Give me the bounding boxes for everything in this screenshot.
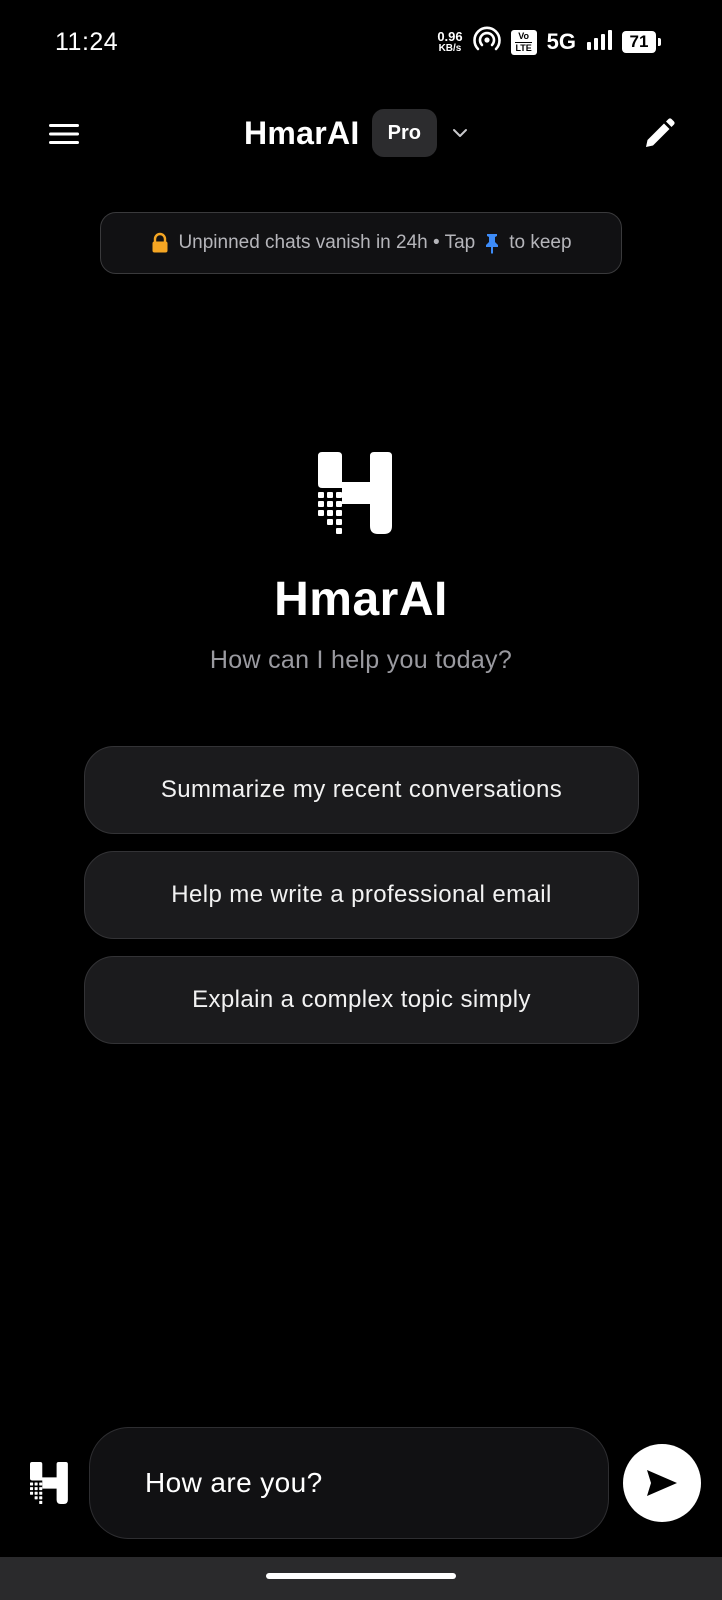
app-screen: 11:24 0.96 KB/s Vo LTE 5G 71 HmarAI Pro … [0, 0, 722, 1600]
message-input[interactable]: How are you? [89, 1427, 609, 1539]
new-chat-button[interactable] [637, 112, 681, 156]
send-button[interactable] [623, 1444, 701, 1522]
battery-level: 71 [629, 32, 649, 51]
hmar-logo-icon[interactable] [30, 1461, 74, 1505]
suggestion-email[interactable]: Help me write a professional email [84, 851, 639, 939]
app-title: HmarAI [244, 114, 360, 151]
hmar-logo-icon [318, 452, 404, 534]
status-time: 11:24 [55, 28, 119, 56]
app-header: HmarAI Pro [0, 100, 722, 168]
send-icon [647, 1470, 677, 1496]
status-bar: 11:24 0.96 KB/s Vo LTE 5G 71 [0, 0, 722, 86]
status-icons: 0.96 KB/s Vo LTE 5G 71 [437, 26, 661, 59]
brand-title: HmarAI [274, 573, 448, 626]
menu-button[interactable] [44, 114, 84, 154]
volte-top-text: Vo [518, 30, 530, 41]
signal-icon [586, 29, 612, 56]
battery-icon: 71 [622, 31, 661, 53]
notice-text-end: to keep [509, 232, 572, 253]
suggestion-explain[interactable]: Explain a complex topic simply [84, 956, 639, 1044]
net-speed: 0.96 KB/s [437, 30, 462, 54]
net-speed-unit: KB/s [438, 43, 462, 54]
network-type: 5G [546, 29, 576, 54]
menu-icon [49, 124, 79, 144]
home-gesture-handle[interactable] [266, 1573, 456, 1579]
pro-badge: Pro [371, 109, 437, 157]
chevron-down-icon [449, 122, 471, 144]
volte-icon: Vo LTE [510, 29, 537, 55]
hotspot-icon [472, 26, 501, 59]
suggestion-summarize[interactable]: Summarize my recent conversations [84, 746, 639, 834]
volte-bottom-text: LTE [515, 41, 532, 53]
message-input-value: How are you? [145, 1467, 323, 1498]
ephemeral-chat-notice: Unpinned chats vanish in 24h • Tap to ke… [100, 212, 622, 274]
system-nav-bar [0, 1557, 722, 1600]
suggestion-list: Summarize my recent conversations Help m… [84, 746, 639, 1061]
welcome-tagline: How can I help you today? [209, 646, 513, 674]
net-speed-value: 0.96 [437, 29, 463, 44]
notice-text: Unpinned chats vanish in 24h • Tap [178, 232, 476, 253]
model-selector[interactable]: HmarAI Pro [244, 108, 471, 158]
pencil-icon [646, 118, 675, 147]
pin-icon [483, 232, 501, 254]
lock-icon [150, 232, 170, 254]
